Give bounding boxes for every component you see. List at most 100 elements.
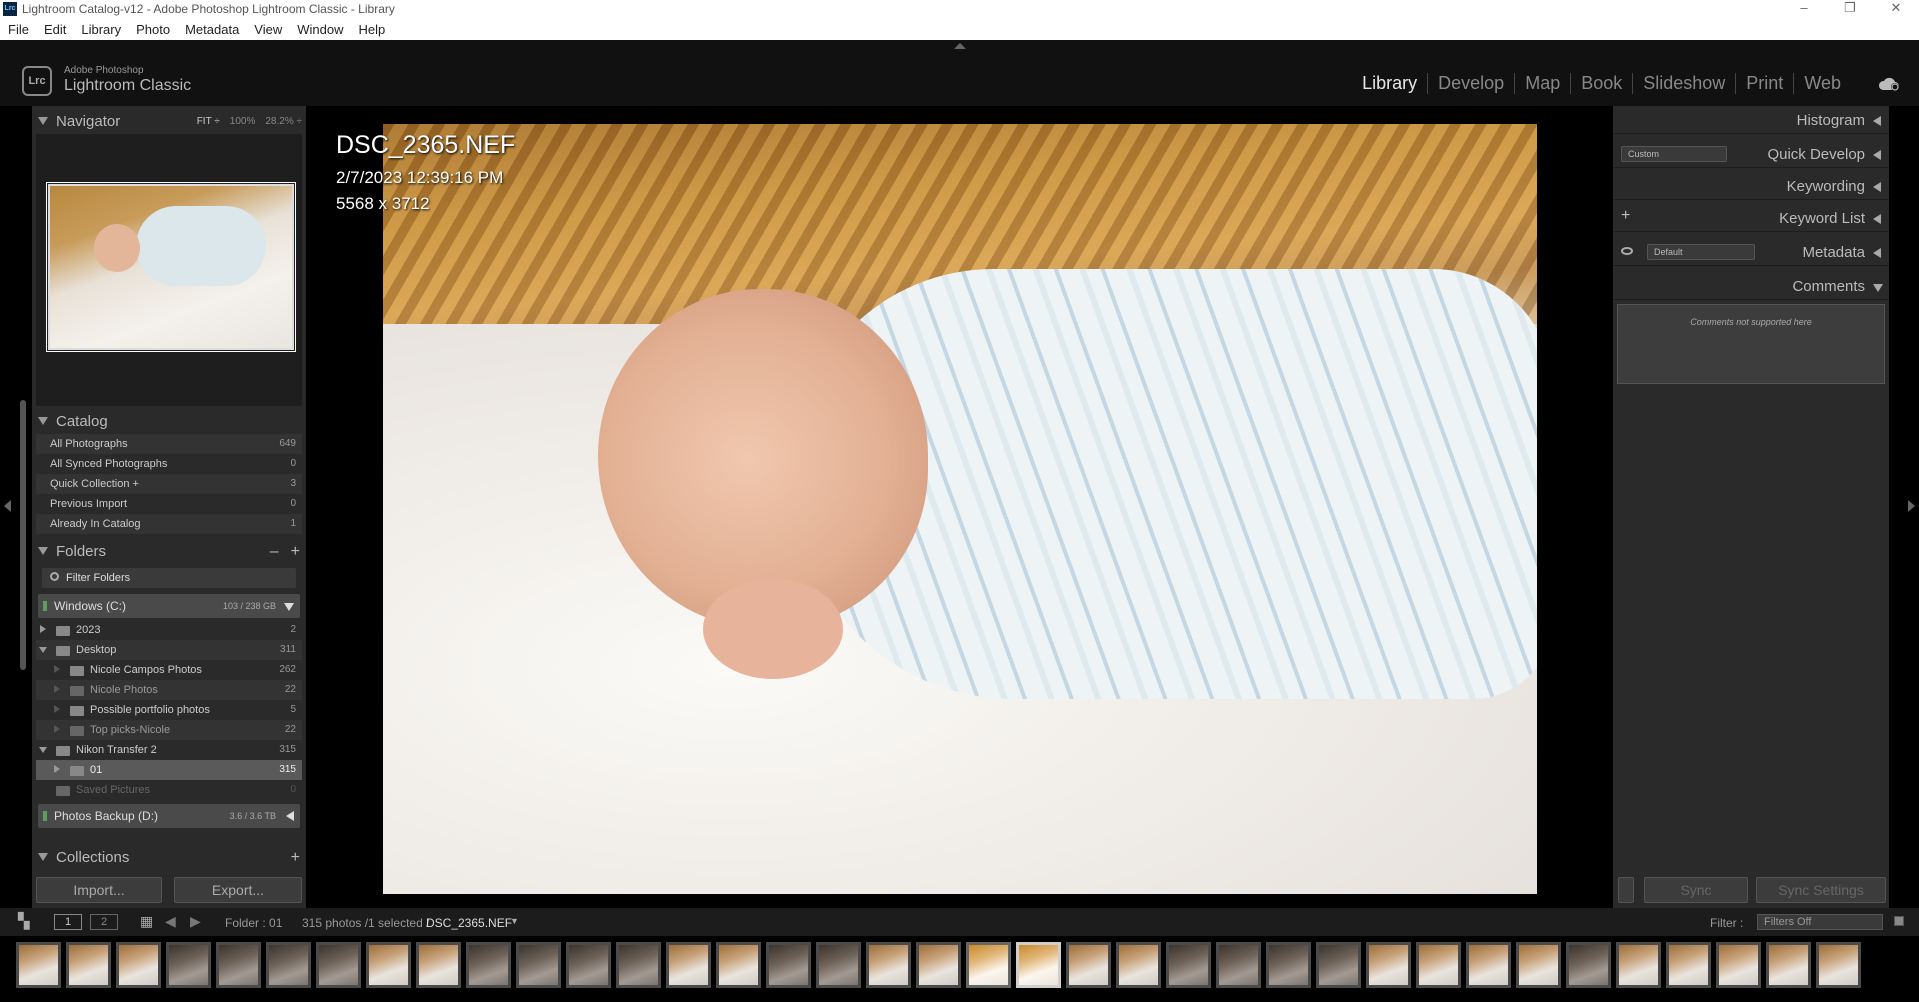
expand-icon[interactable] <box>54 725 60 733</box>
secondary-display-icon[interactable]: ▚ <box>18 912 30 930</box>
import-button[interactable]: Import... <box>36 877 162 903</box>
sync-toggle-switch[interactable] <box>1618 877 1634 903</box>
grid-view-icon[interactable]: ▦ <box>140 913 153 930</box>
zoom-custom-option[interactable]: 28.2% ÷ <box>265 116 302 127</box>
minimize-button[interactable]: – <box>1781 0 1827 18</box>
restore-button[interactable]: ❐ <box>1827 0 1873 18</box>
filmstrip-thumbnail[interactable] <box>66 942 111 988</box>
folder-item-saved-pictures[interactable]: Saved Pictures 0 <box>36 780 302 800</box>
collapse-top-arrow-icon[interactable] <box>954 43 966 49</box>
chevron-left-icon[interactable] <box>286 811 294 821</box>
expand-icon[interactable] <box>40 625 46 633</box>
menu-edit[interactable]: Edit <box>44 22 66 37</box>
menu-window[interactable]: Window <box>297 22 343 37</box>
comments-header[interactable]: Comments <box>1613 272 1889 300</box>
filmstrip-thumbnail[interactable] <box>616 942 661 988</box>
volume-c[interactable]: Windows (C:) 103 / 238 GB <box>38 594 300 618</box>
filmstrip-thumbnail[interactable] <box>1366 942 1411 988</box>
remove-folder-button[interactable]: – <box>270 543 279 561</box>
sync-settings-button[interactable]: Sync Settings <box>1756 877 1886 903</box>
navigator-viewport-frame[interactable] <box>46 182 296 352</box>
filmstrip-thumbnail[interactable] <box>1466 942 1511 988</box>
navigator-header[interactable]: Navigator FIT ÷ 100% 28.2% ÷ <box>32 110 306 134</box>
primary-window-button[interactable]: 1 <box>54 914 82 930</box>
eye-icon[interactable] <box>1621 247 1633 255</box>
filmstrip-thumbnail[interactable] <box>1816 942 1861 988</box>
left-panel-scrollbar[interactable] <box>20 400 26 670</box>
back-arrow-icon[interactable]: ◀ <box>165 913 176 930</box>
filmstrip-thumbnail[interactable] <box>1066 942 1111 988</box>
filmstrip-thumbnail-selected[interactable] <box>1016 942 1061 988</box>
folder-item-desktop[interactable]: Desktop 311 <box>36 640 302 660</box>
filmstrip-thumbnail[interactable] <box>266 942 311 988</box>
folder-item-2023[interactable]: 2023 2 <box>36 620 302 640</box>
filmstrip-thumbnail[interactable] <box>166 942 211 988</box>
filmstrip-thumbnail[interactable] <box>666 942 711 988</box>
module-book[interactable]: Book <box>1571 73 1634 94</box>
filmstrip-thumbnail[interactable] <box>916 942 961 988</box>
folder-item-possible-portfolio[interactable]: Possible portfolio photos 5 <box>36 700 302 720</box>
expand-icon[interactable] <box>54 765 60 773</box>
menu-library[interactable]: Library <box>81 22 121 37</box>
filter-folders-input[interactable]: Filter Folders <box>42 568 296 588</box>
catalog-item-all-photographs[interactable]: All Photographs 649 <box>36 434 302 454</box>
chevron-down-icon[interactable] <box>284 603 294 611</box>
filmstrip-thumbnail[interactable] <box>1666 942 1711 988</box>
expand-icon[interactable] <box>54 685 60 693</box>
export-button[interactable]: Export... <box>174 877 302 903</box>
filmstrip-thumbnail[interactable] <box>1216 942 1261 988</box>
filmstrip-thumbnail[interactable] <box>416 942 461 988</box>
filmstrip-thumbnail[interactable] <box>566 942 611 988</box>
filmstrip-thumbnail[interactable] <box>1766 942 1811 988</box>
secondary-window-button[interactable]: 2 <box>90 914 118 930</box>
collections-header[interactable]: Collections + <box>32 846 306 870</box>
filmstrip-thumbnail[interactable] <box>966 942 1011 988</box>
metadata-header[interactable]: Default Metadata <box>1613 238 1889 266</box>
collapse-left-panel-icon[interactable] <box>4 500 11 512</box>
module-web[interactable]: Web <box>1794 73 1851 94</box>
filmstrip-thumbnail[interactable] <box>316 942 361 988</box>
filmstrip-thumbnail[interactable] <box>1616 942 1661 988</box>
filmstrip-thumbnail[interactable] <box>816 942 861 988</box>
metadata-preset-select[interactable]: Default <box>1647 244 1755 260</box>
filmstrip-thumbnail[interactable] <box>116 942 161 988</box>
add-keyword-button[interactable]: + <box>1621 207 1630 225</box>
filmstrip-thumbnail[interactable] <box>1416 942 1461 988</box>
module-map[interactable]: Map <box>1515 73 1572 94</box>
filmstrip-thumbnail[interactable] <box>1166 942 1211 988</box>
module-library[interactable]: Library <box>1352 73 1429 94</box>
catalog-item-already-in-catalog[interactable]: Already In Catalog 1 <box>36 514 302 534</box>
filmstrip-thumbnail[interactable] <box>1516 942 1561 988</box>
catalog-header[interactable]: Catalog <box>32 410 306 434</box>
filmstrip-thumbnail[interactable] <box>466 942 511 988</box>
filter-lock-icon[interactable] <box>1894 916 1904 926</box>
collapse-icon[interactable] <box>39 647 47 653</box>
catalog-item-quick-collection[interactable]: Quick Collection + 3 <box>36 474 302 494</box>
menu-file[interactable]: File <box>8 22 29 37</box>
folder-item-nikon-transfer-2[interactable]: Nikon Transfer 2 315 <box>36 740 302 760</box>
filmstrip-thumbnail[interactable] <box>766 942 811 988</box>
filmstrip-thumbnail[interactable] <box>216 942 261 988</box>
filter-preset-select[interactable]: Filters Off <box>1757 914 1883 930</box>
menu-help[interactable]: Help <box>359 22 386 37</box>
collapse-icon[interactable] <box>39 747 47 753</box>
sync-button[interactable]: Sync <box>1644 877 1748 903</box>
filmstrip-thumbnail[interactable] <box>1316 942 1361 988</box>
navigator-preview-area[interactable] <box>36 134 302 406</box>
source-folder-label[interactable]: Folder : 01 <box>225 916 282 930</box>
filmstrip-thumbnail[interactable] <box>716 942 761 988</box>
filmstrip-thumbnail[interactable] <box>866 942 911 988</box>
collapse-right-panel-icon[interactable] <box>1908 500 1915 512</box>
menu-metadata[interactable]: Metadata <box>185 22 239 37</box>
cloud-sync-icon[interactable] <box>1877 76 1901 92</box>
folders-header[interactable]: Folders – + <box>32 540 306 564</box>
catalog-item-previous-import[interactable]: Previous Import 0 <box>36 494 302 514</box>
zoom-100-option[interactable]: 100% <box>230 116 256 127</box>
volume-d[interactable]: Photos Backup (D:) 3.6 / 3.6 TB <box>38 804 300 828</box>
add-folder-button[interactable]: + <box>291 543 300 561</box>
filmstrip-thumbnail[interactable] <box>1266 942 1311 988</box>
module-print[interactable]: Print <box>1736 73 1795 94</box>
menu-photo[interactable]: Photo <box>136 22 170 37</box>
forward-arrow-icon[interactable]: ▶ <box>190 913 201 930</box>
filmstrip-thumbnail[interactable] <box>366 942 411 988</box>
